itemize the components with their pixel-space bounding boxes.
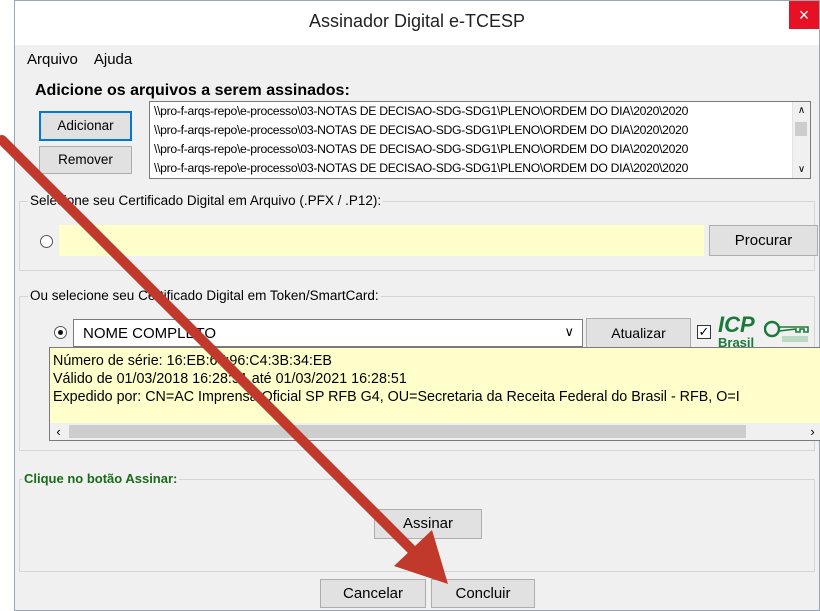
annotation-arrow [0, 135, 448, 584]
